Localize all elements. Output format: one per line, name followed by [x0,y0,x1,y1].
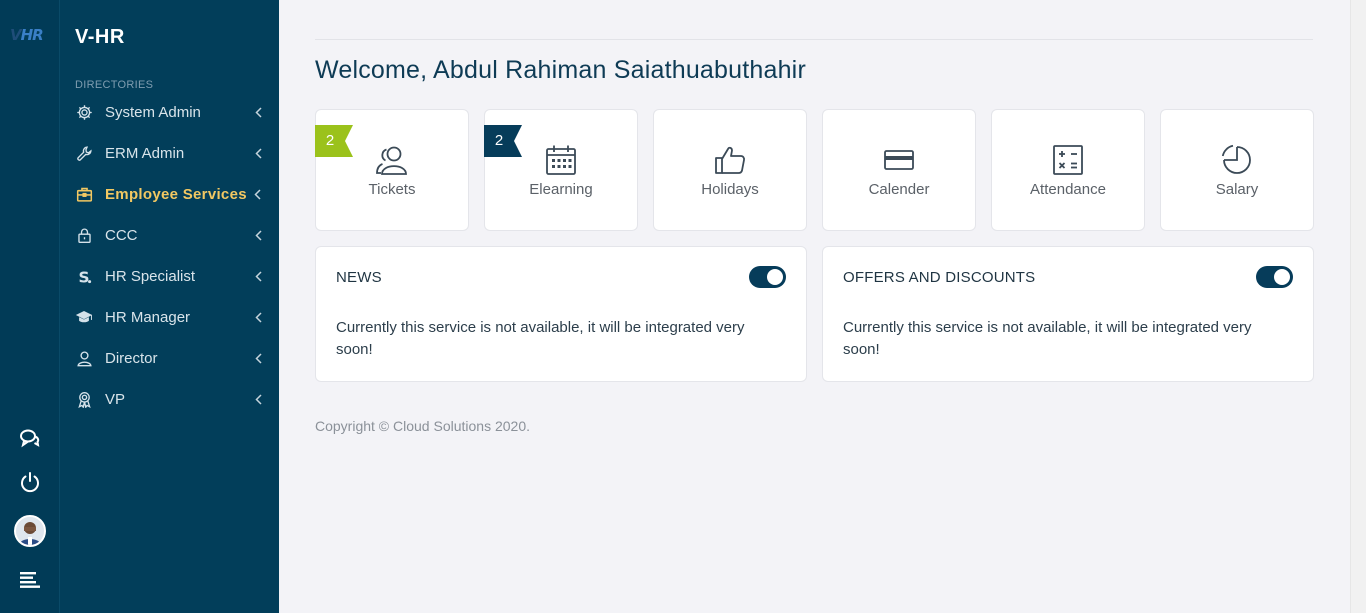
power-icon[interactable] [14,466,46,498]
brand-title: V-HR [75,26,125,48]
sidebar-item-label: HR Specialist [105,268,196,285]
panel-message: Currently this service is not available,… [843,319,1252,358]
panel-title: OFFERS AND DISCOUNTS [843,269,1036,286]
chevron-left-icon [255,394,262,405]
graduation-cap-icon [75,309,93,327]
tile-label: Holidays [701,181,759,198]
sidebar-item-label: CCC [105,227,138,244]
tickets-count-badge: 2 [315,125,353,157]
info-panels: NEWS Currently this service is not avail… [315,246,1314,382]
tile-label: Elearning [529,181,593,198]
toggle-knob [1274,269,1290,285]
avatar[interactable] [14,515,46,547]
sidebar-menu: System Admin ERM Admin Employee Services… [60,92,279,420]
tile-label: Calender [868,181,930,198]
app-logo[interactable]: VHR [10,26,50,48]
page-title: Welcome, Abdul Rahiman Saiathuabuthahir [315,56,806,84]
chevron-left-icon [255,312,262,323]
lock-icon [75,227,93,245]
offers-panel: OFFERS AND DISCOUNTS Currently this serv… [822,246,1314,382]
sidebar-item-label: ERM Admin [105,145,185,162]
briefcase-icon [75,186,93,204]
offers-toggle[interactable] [1256,266,1293,288]
sidebar-item-hr-specialist[interactable]: S HR Specialist [60,256,279,297]
vertical-scrollbar[interactable] [1350,0,1366,613]
sidebar-item-director[interactable]: Director [60,338,279,379]
chevron-left-icon [255,230,262,241]
sidebar-item-ccc[interactable]: CCC [60,215,279,256]
calculator-icon [1051,143,1085,177]
sidebar-item-label: HR Manager [105,309,191,326]
tile-label: Attendance [1030,181,1106,198]
chevron-left-icon [255,271,262,282]
copyright-text: Copyright © Cloud Solutions 2020. [315,418,530,434]
tile-attendance[interactable]: Attendance [991,109,1145,231]
chevron-left-icon [254,189,261,200]
sidebar-item-employee-services[interactable]: Employee Services [60,174,279,215]
sidebar-item-erm-admin[interactable]: ERM Admin [60,133,279,174]
panel-message: Currently this service is not available,… [336,319,745,358]
sidebar-item-label: VP [105,391,126,408]
chevron-left-icon [255,107,262,118]
users-icon [375,143,409,177]
tile-label: Salary [1215,181,1259,198]
news-panel: NEWS Currently this service is not avail… [315,246,807,382]
sidebar-item-vp[interactable]: VP [60,379,279,420]
tile-tickets[interactable]: 2 Tickets [315,109,469,231]
pie-chart-icon [1220,143,1254,177]
tile-label: Tickets [368,181,416,198]
elearning-count-badge: 2 [484,125,522,157]
gear-icon [75,104,93,122]
section-label: DIRECTORIES [75,79,154,91]
main-content: Welcome, Abdul Rahiman Saiathuabuthahir … [279,0,1350,613]
chevron-left-icon [255,353,262,364]
tile-elearning[interactable]: 2 Elearning [484,109,638,231]
news-toggle[interactable] [749,266,786,288]
sidebar-item-hr-manager[interactable]: HR Manager [60,297,279,338]
award-icon [75,391,93,409]
tile-salary[interactable]: Salary [1160,109,1314,231]
panel-title: NEWS [336,269,382,286]
tile-holidays[interactable]: Holidays [653,109,807,231]
menu-lines-icon[interactable] [14,564,46,596]
thumbs-up-icon [713,143,747,177]
service-tiles: 2 Tickets 2 Elearning Holidays Calender … [315,109,1314,231]
sidebar-item-label: System Admin [105,104,201,121]
sidebar-item-label: Employee Services [105,186,247,203]
calendar-grid-icon [544,143,578,177]
icon-rail: VHR [0,0,60,613]
toggle-knob [767,269,783,285]
svg-text:S: S [78,268,89,285]
sidebar: V-HR DIRECTORIES System Admin ERM Admin … [60,0,279,613]
wrench-icon [75,145,93,163]
user-icon [75,350,93,368]
dollar-s-icon: S [75,268,93,286]
divider [315,39,1313,40]
tile-calender[interactable]: Calender [822,109,976,231]
credit-card-icon [882,143,916,177]
sidebar-item-system-admin[interactable]: System Admin [60,92,279,133]
chat-icon[interactable] [14,422,46,454]
chevron-left-icon [255,148,262,159]
sidebar-item-label: Director [105,350,158,367]
